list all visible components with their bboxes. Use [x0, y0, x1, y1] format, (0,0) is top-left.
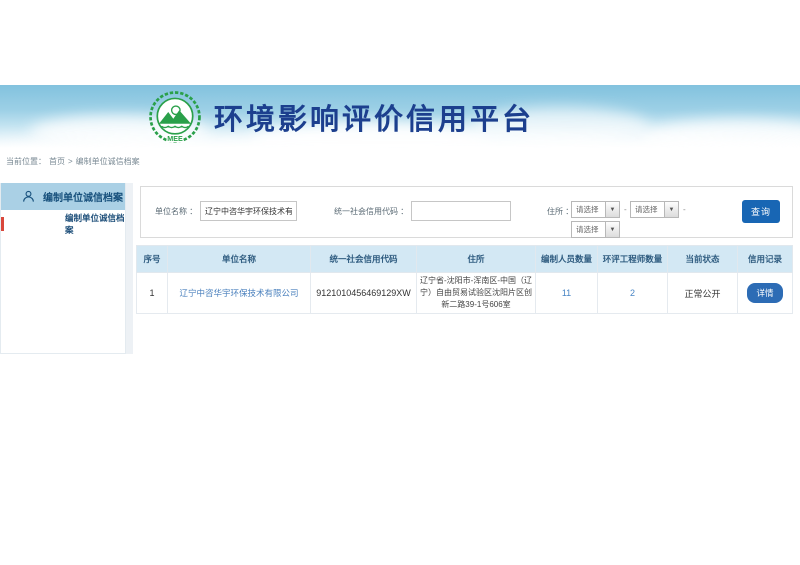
- dropdown-separator: -: [624, 205, 627, 214]
- staff-count-link[interactable]: 11: [562, 288, 571, 298]
- col-header-code: 统一社会信用代码: [311, 246, 417, 273]
- active-indicator: [1, 217, 4, 231]
- breadcrumb-home-link[interactable]: 首页: [49, 156, 65, 167]
- col-header-staff: 编制人员数量: [536, 246, 598, 273]
- address-label: 住所 ：: [547, 206, 573, 217]
- district-select[interactable]: 请选择 ▼: [571, 221, 620, 238]
- credit-code-label: 统一社会信用代码 ：: [334, 206, 408, 217]
- table-row: 1 辽宁中咨华宇环保技术有限公司 9121010456469129XW 辽宁省-…: [137, 273, 793, 314]
- sidebar-item-archive[interactable]: 编制单位诚信档案: [1, 210, 125, 238]
- district-select-value: 请选择: [572, 224, 605, 235]
- mee-logo-icon: MEE: [148, 90, 202, 144]
- col-header-seq: 序号: [137, 246, 168, 273]
- engineer-count-link[interactable]: 2: [630, 288, 635, 298]
- cell-address: 辽宁省-沈阳市-浑南区-中国（辽宁）自由贸易试验区沈阳片区创新二路39-1号60…: [417, 273, 536, 314]
- cell-engineer-count: 2: [598, 273, 668, 314]
- search-panel: 单位名称 ： 统一社会信用代码 ： 住所 ： 请选择 ▼ - 请选择 ▼ - 请…: [140, 186, 793, 238]
- search-button[interactable]: 查询: [742, 200, 780, 223]
- cell-status: 正常公开: [668, 273, 738, 314]
- city-select[interactable]: 请选择 ▼: [630, 201, 679, 218]
- breadcrumb-location-label: 当前位置：: [6, 156, 46, 167]
- province-select[interactable]: 请选择 ▼: [571, 201, 620, 218]
- cell-company-name: 辽宁中咨华宇环保技术有限公司: [168, 273, 311, 314]
- chevron-down-icon: ▼: [605, 202, 619, 217]
- breadcrumb-separator: >: [68, 157, 73, 166]
- sidebar-content-divider: [126, 183, 133, 354]
- detail-button[interactable]: 详情: [747, 283, 782, 303]
- col-header-engineer: 环评工程师数量: [598, 246, 668, 273]
- cell-staff-count: 11: [536, 273, 598, 314]
- cell-credit-code: 9121010456469129XW: [311, 273, 417, 314]
- person-icon: [22, 190, 35, 203]
- result-table: 序号 单位名称 统一社会信用代码 住所 编制人员数量 环评工程师数量 当前状态 …: [136, 245, 793, 314]
- cell-credit-record: 详情: [738, 273, 793, 314]
- main-area: 编制单位诚信档案 编制单位诚信档案 单位名称 ： 统一社会信用代码 ： 住所 ：…: [0, 183, 800, 354]
- province-select-value: 请选择: [572, 204, 605, 215]
- sidebar-header-label: 编制单位诚信档案: [43, 189, 123, 204]
- logo-text: MEE: [167, 135, 183, 143]
- site-title: 环境影响评价信用平台: [214, 96, 534, 138]
- content-area: 单位名称 ： 统一社会信用代码 ： 住所 ： 请选择 ▼ - 请选择 ▼ - 请…: [133, 183, 800, 354]
- col-header-address: 住所: [417, 246, 536, 273]
- col-header-status: 当前状态: [668, 246, 738, 273]
- credit-code-input[interactable]: [411, 201, 511, 221]
- col-header-name: 单位名称: [168, 246, 311, 273]
- chevron-down-icon: ▼: [664, 202, 678, 217]
- site-banner: MEE 环境影响评价信用平台: [0, 85, 800, 148]
- city-select-value: 请选择: [631, 204, 664, 215]
- col-header-credit: 信用记录: [738, 246, 793, 273]
- sidebar: 编制单位诚信档案 编制单位诚信档案: [0, 183, 126, 354]
- unit-name-label: 单位名称 ：: [155, 206, 197, 217]
- table-header-row: 序号 单位名称 统一社会信用代码 住所 编制人员数量 环评工程师数量 当前状态 …: [137, 246, 793, 273]
- company-name-link[interactable]: 辽宁中咨华宇环保技术有限公司: [179, 288, 298, 298]
- sidebar-item-label: 编制单位诚信档案: [65, 212, 125, 236]
- breadcrumb-current: 编制单位诚信档案: [76, 156, 140, 167]
- breadcrumb: 当前位置： 首页 > 编制单位诚信档案: [6, 156, 140, 167]
- chevron-down-icon: ▼: [605, 222, 619, 237]
- dropdown-separator: -: [683, 205, 686, 214]
- cell-seq: 1: [137, 273, 168, 314]
- unit-name-input[interactable]: [200, 201, 297, 221]
- sidebar-header: 编制单位诚信档案: [1, 183, 125, 210]
